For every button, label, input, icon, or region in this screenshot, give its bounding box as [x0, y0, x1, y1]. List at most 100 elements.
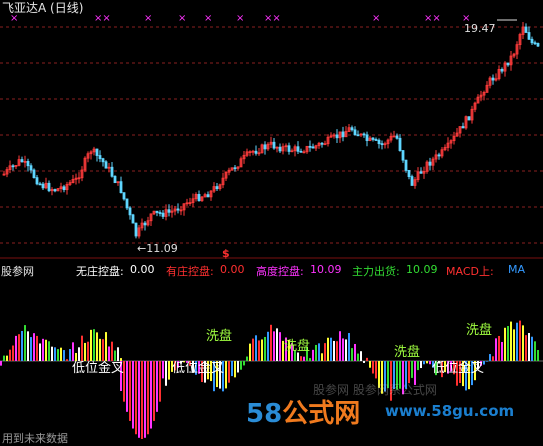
- indicator-bar: [324, 343, 326, 361]
- indicator-bar: [327, 337, 329, 361]
- signal-mark: ×: [236, 13, 245, 24]
- candle-body: [350, 127, 354, 131]
- indicator-bar: [33, 333, 35, 361]
- watermark-logo: 58公式网: [246, 393, 360, 430]
- stock-chart-window: 飞亚达A (日线) × ×× × × × × ×× × ×× × 19.47 ←11.09 $ 股…: [0, 0, 543, 446]
- indicator-bar: [363, 361, 365, 363]
- indicator-bar: [318, 343, 320, 361]
- indicator-bar: [51, 346, 53, 361]
- indicator-bar: [276, 328, 278, 361]
- indicator-bar: [528, 332, 530, 361]
- signal-label-golden-cross-2: 低位金叉: [172, 361, 225, 376]
- candle-body: [131, 214, 135, 224]
- indicator-bar: [249, 343, 251, 361]
- indicator-dip-bar: [156, 361, 158, 412]
- indicator-bar: [66, 359, 68, 361]
- indicator-dip-bar: [129, 361, 131, 421]
- candle-body: [461, 126, 465, 129]
- signal-mark: ×: [204, 13, 213, 24]
- indicator-bar: [270, 324, 272, 361]
- indicator-bar: [498, 335, 500, 361]
- indicator-bar: [252, 338, 254, 361]
- candle-body: [197, 194, 201, 202]
- candle-body: [113, 175, 117, 184]
- indicator-bar: [333, 340, 335, 361]
- indicator-bar: [45, 339, 47, 361]
- candle-body: [20, 159, 24, 163]
- indicator-dip-bar: [144, 361, 146, 438]
- indicator-bar: [84, 342, 86, 361]
- watermark-url: www.58gu.com: [385, 402, 515, 420]
- indicator-bar: [231, 361, 233, 377]
- candle-body: [428, 161, 432, 166]
- candle-body: [308, 145, 312, 148]
- chart-canvas[interactable]: [0, 0, 543, 446]
- indicator-bar: [312, 349, 314, 361]
- indicator-bar: [504, 327, 506, 361]
- candle-body: [320, 142, 324, 145]
- indicator-bar: [354, 343, 356, 361]
- indicator-gaodu-value: 10.09: [310, 263, 342, 276]
- indicator-bar: [300, 356, 302, 361]
- candle-body: [395, 135, 399, 139]
- candle-body: [263, 144, 267, 150]
- candle-body: [155, 210, 159, 213]
- candle-body: [533, 42, 537, 45]
- indicator-dip-bar: [150, 361, 152, 429]
- indicator-dip-bar: [126, 361, 128, 412]
- indicator-bar: [42, 338, 44, 361]
- indicator-bar: [48, 341, 50, 361]
- indicator-bar: [411, 361, 413, 378]
- candle-body: [419, 171, 423, 174]
- signal-mark: ×: [178, 13, 187, 24]
- indicator-bar: [426, 361, 428, 364]
- indicator-bar: [21, 330, 23, 361]
- indicator-bar: [9, 349, 11, 361]
- indicator-bar: [501, 341, 503, 361]
- candle-body: [491, 77, 495, 81]
- candle-body: [167, 209, 171, 213]
- price-low-label: ←11.09: [137, 242, 178, 255]
- candle-body: [353, 129, 357, 136]
- candle-body: [404, 159, 408, 171]
- indicator-dip-bar: [132, 361, 134, 429]
- indicator-bar: [96, 332, 98, 361]
- candle-body: [299, 150, 303, 153]
- candle-body: [272, 141, 276, 149]
- indicator-bar: [12, 345, 14, 361]
- indicator-youzhuang-value: 0.00: [220, 263, 245, 276]
- candle-body: [401, 150, 405, 161]
- future-data-note: 用到未来数据: [2, 432, 68, 445]
- indicator-bar: [36, 335, 38, 361]
- indicator-bar: [486, 361, 488, 362]
- indicator-bar: [534, 341, 536, 361]
- indicator-bar: [429, 361, 431, 365]
- candle-body: [371, 137, 375, 140]
- indicator-bar: [237, 361, 239, 373]
- candle-body: [53, 189, 57, 192]
- indicator-bar: [492, 356, 494, 361]
- indicator-bar: [537, 350, 539, 361]
- indicator-bar: [357, 353, 359, 361]
- candle-body: [365, 134, 369, 141]
- indicator-bar: [93, 329, 95, 361]
- candle-body: [437, 154, 441, 157]
- indicator-bar: [102, 339, 104, 361]
- indicator-bar: [30, 337, 32, 361]
- indicator-chuhuo-label: 主力出货:: [352, 265, 400, 278]
- indicator-bar: [264, 336, 266, 361]
- indicator-bar: [15, 335, 17, 361]
- candle-body: [134, 222, 138, 237]
- signal-label-golden-cross-1: 低位金叉: [72, 361, 125, 376]
- indicator-bar: [234, 361, 236, 378]
- indicator-bar: [246, 356, 248, 361]
- indicator-bar: [375, 361, 377, 379]
- indicator-wuzhuang-value: 0.00: [130, 263, 155, 276]
- indicator-bar: [267, 331, 269, 361]
- indicator-bar: [507, 326, 509, 361]
- candle-body: [32, 169, 36, 179]
- candle-body: [398, 137, 402, 151]
- indicator-wuzhuang-label: 无庄控盘:: [76, 265, 124, 278]
- candle-body: [125, 198, 129, 209]
- indicator-bar: [87, 341, 89, 361]
